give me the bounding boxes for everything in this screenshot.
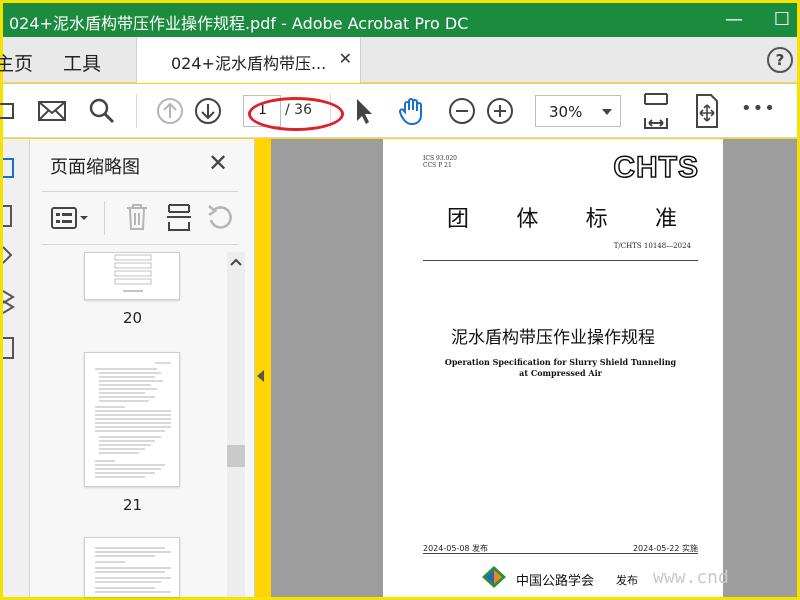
category-char: 标: [585, 207, 608, 232]
insert-page-icon[interactable]: [166, 202, 192, 232]
layers-icon[interactable]: [3, 287, 17, 317]
close-panel-icon[interactable]: ✕: [208, 149, 228, 177]
tab-document[interactable]: 024+泥水盾构带压... ✕: [136, 37, 361, 83]
bookmarks-icon[interactable]: [3, 203, 17, 229]
thumbnail-image: [95, 547, 171, 593]
category-char: 体: [516, 207, 539, 232]
panel-divider: [42, 191, 238, 192]
print-icon[interactable]: [0, 96, 17, 126]
footer-rule: [423, 553, 698, 554]
standard-category: 团 体 标 准: [447, 201, 677, 233]
navigation-rail: [3, 139, 30, 597]
email-icon[interactable]: [37, 96, 67, 126]
options-menu-icon[interactable]: [50, 205, 90, 231]
zoom-in-icon[interactable]: [485, 96, 515, 126]
document-tab-label: 024+泥水盾构带压...: [171, 54, 327, 73]
publisher-issue: 发布: [616, 574, 638, 587]
page-thumbnail-21[interactable]: [84, 352, 180, 487]
page-thumbnails-icon[interactable]: [3, 155, 17, 181]
minimize-button[interactable]: —: [721, 7, 747, 33]
maximize-button[interactable]: ☐: [769, 7, 795, 33]
close-tab-icon[interactable]: ✕: [339, 49, 352, 68]
page-thumbnail-22[interactable]: [84, 537, 180, 597]
category-char: 准: [654, 207, 677, 232]
rotate-icon[interactable]: [206, 202, 234, 232]
publisher-logo-icon: [482, 566, 506, 588]
signatures-icon[interactable]: [3, 335, 17, 361]
document-title-cn: 泥水盾构带压作业操作规程: [451, 328, 655, 348]
scroll-up-icon[interactable]: [230, 257, 242, 267]
more-options-icon[interactable]: •••: [741, 98, 776, 128]
publisher-name: 中国公路学会: [516, 574, 595, 589]
toolbar: 1 / 36 30% •••: [0, 84, 797, 138]
thumbnail-page-number: 20: [123, 309, 143, 327]
highlight-annotation: [248, 97, 344, 131]
thumbnail-scrollbar[interactable]: [227, 252, 245, 597]
tab-tools[interactable]: 工具: [63, 49, 101, 76]
collapse-panel-icon[interactable]: [257, 370, 264, 382]
thumbnail-panel: 页面缩略图 ✕ 20 21: [30, 139, 255, 597]
zoom-out-icon[interactable]: [447, 96, 477, 126]
next-page-icon[interactable]: [193, 96, 223, 126]
zoom-value: 30%: [549, 103, 583, 121]
attachments-icon[interactable]: [3, 243, 17, 267]
page-thumbnail-20[interactable]: [84, 252, 180, 300]
header-rule: [423, 260, 698, 261]
standard-number: T/CHTS 10148—2024: [613, 242, 691, 250]
tab-home[interactable]: 主页: [0, 49, 33, 76]
window-title: 024+泥水盾构带压作业操作规程.pdf - Adobe Acrobat Pro…: [9, 14, 469, 33]
ccs-line: CCS P 21: [423, 162, 452, 169]
search-icon[interactable]: [87, 96, 117, 126]
category-char: 团: [447, 207, 470, 232]
ics-code: ICS 93.020 CCS P 21: [423, 155, 457, 169]
panel-title: 页面缩略图: [50, 157, 140, 178]
panel-divider: [42, 244, 238, 245]
full-screen-icon[interactable]: [693, 93, 721, 129]
tab-row: 主页 工具 024+泥水盾构带压... ✕ ?: [0, 37, 797, 83]
document-view[interactable]: ICS 93.020 CCS P 21 CHTS 团 体 标 准 T/CHTS …: [271, 139, 797, 597]
fit-page-icon[interactable]: [641, 92, 671, 130]
toolbar-separator: [136, 94, 137, 128]
select-cursor-icon[interactable]: [351, 96, 375, 126]
thumbnail-image: [95, 362, 171, 478]
thumbnail-page-number: 21: [123, 496, 143, 514]
zoom-select[interactable]: 30%: [535, 95, 621, 127]
chevron-down-icon: [602, 109, 612, 115]
chts-logo: CHTS: [613, 150, 699, 185]
delete-icon[interactable]: [124, 202, 150, 232]
title-bar: 024+泥水盾构带压作业操作规程.pdf - Adobe Acrobat Pro…: [3, 3, 797, 37]
panel-separator: [104, 201, 105, 235]
document-title-en: Operation Specification for Slurry Shiel…: [444, 357, 677, 378]
ics-line: ICS 93.020: [423, 155, 457, 162]
scrollbar-thumb[interactable]: [227, 445, 245, 467]
pdf-page: ICS 93.020 CCS P 21 CHTS 团 体 标 准 T/CHTS …: [383, 139, 729, 597]
watermark-text: www.cnd: [653, 567, 729, 588]
thumbnail-image: [114, 254, 152, 292]
previous-page-icon[interactable]: [155, 96, 185, 126]
help-icon[interactable]: ?: [767, 47, 793, 73]
hand-tool-icon[interactable]: [397, 96, 427, 126]
